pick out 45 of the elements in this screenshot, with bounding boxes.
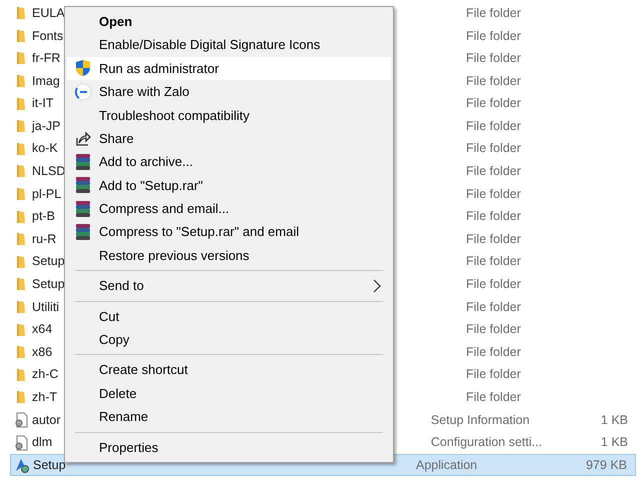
file-type: File folder xyxy=(466,186,522,203)
file-name: pt-B xyxy=(32,208,55,226)
file-name: Setup xyxy=(32,276,65,294)
file-type: File folder xyxy=(466,253,522,270)
file-type: File folder xyxy=(466,28,522,45)
file-name: Setup xyxy=(33,456,66,474)
file-size: 1 KB xyxy=(600,412,629,429)
file-name: Setup xyxy=(32,253,65,270)
file-type: File folder xyxy=(466,276,522,294)
file-type: File folder xyxy=(466,72,522,90)
file-name: Utiliti xyxy=(32,298,60,316)
file-name: x86 xyxy=(32,344,52,361)
file-name: zh-T xyxy=(32,389,57,406)
file-name: EULA xyxy=(32,4,65,22)
file-type: File folder xyxy=(466,118,522,135)
file-type: File folder xyxy=(466,321,522,338)
file-name: Fonts xyxy=(32,28,64,45)
file-name: zh-C xyxy=(32,366,58,384)
file-type: File folder xyxy=(466,230,522,248)
file-name: dlm xyxy=(32,434,52,452)
file-type: File folder xyxy=(466,366,522,384)
file-type: Setup Information xyxy=(430,412,531,429)
file-name: NLSD xyxy=(32,163,66,180)
file-type: File folder xyxy=(466,298,522,316)
file-type: File folder xyxy=(466,163,522,180)
file-type: File folder xyxy=(466,4,522,22)
file-name: ja-JP xyxy=(32,118,60,135)
file-type: File folder xyxy=(466,140,522,158)
file-size: 979 KB xyxy=(586,456,628,474)
file-name: fr-FR xyxy=(32,50,60,68)
file-type: File folder xyxy=(466,208,522,226)
file-name: it-IT xyxy=(32,95,54,112)
file-name: ru-R xyxy=(32,230,56,248)
file-type: File folder xyxy=(466,389,522,406)
file-name: Imag xyxy=(32,72,60,90)
file-name: pl-PL xyxy=(32,186,62,203)
file-type: File folder xyxy=(466,50,522,68)
file-size: 1 KB xyxy=(600,434,629,452)
file-type: File folder xyxy=(466,95,522,112)
file-type: Configuration setti... xyxy=(430,434,544,452)
file-name: x64 xyxy=(32,321,52,338)
file-name: autor xyxy=(32,412,60,429)
file-type: Application xyxy=(416,456,478,474)
file-name: ko-K xyxy=(32,140,58,158)
file-type: File folder xyxy=(466,344,522,361)
